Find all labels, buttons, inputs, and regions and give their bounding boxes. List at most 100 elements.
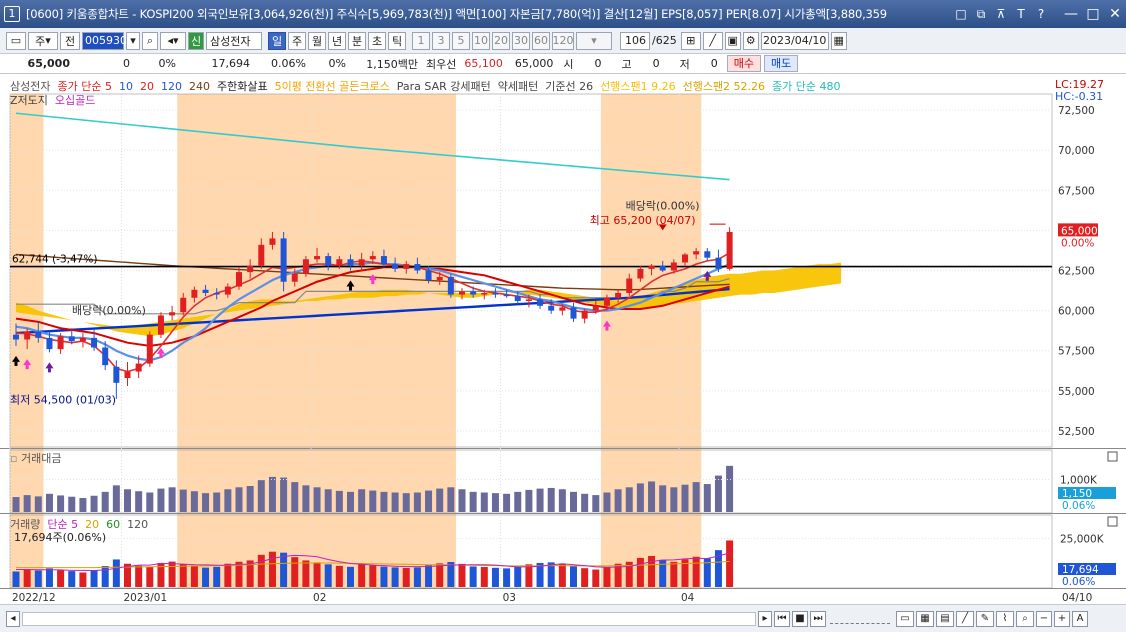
- amount-bar: [558, 489, 566, 512]
- horizontal-scrollbar[interactable]: [22, 611, 756, 626]
- amount-bar: [447, 487, 455, 512]
- legend-item[interactable]: 120: [161, 80, 182, 93]
- legend-item[interactable]: 기준선 26: [545, 80, 593, 93]
- interval-30-button[interactable]: 30: [512, 31, 530, 50]
- interval-10-button[interactable]: 10: [472, 31, 490, 50]
- legend-item[interactable]: 선행스팬2 52.26: [683, 80, 765, 93]
- legend-item[interactable]: 60: [106, 518, 120, 531]
- period-unit-select[interactable]: 주 ▾: [28, 31, 58, 50]
- amount-bar: [581, 493, 589, 512]
- chart-canvas[interactable]: 72,500 70,000 67,500 65,000 62,500 60,000 57,5…: [0, 74, 1126, 604]
- legend-item[interactable]: 5이평 전환선 골든크로스: [275, 80, 390, 93]
- period-minute-tab[interactable]: 분: [348, 31, 366, 50]
- candle-body: [169, 312, 176, 316]
- legend-item[interactable]: Para SAR 강세패턴: [397, 80, 491, 93]
- panel-split-icon[interactable]: ▭: [896, 610, 914, 627]
- save-icon[interactable]: ▣: [724, 31, 741, 50]
- close-button[interactable]: ✕: [1104, 4, 1126, 24]
- brush-icon[interactable]: ⌇: [996, 610, 1014, 627]
- period-year-tab[interactable]: 년: [328, 31, 346, 50]
- prev-button[interactable]: 전: [60, 31, 80, 50]
- panel-grid-icon[interactable]: ▦: [916, 610, 934, 627]
- layout-icon[interactable]: ▭: [6, 31, 26, 50]
- sell-button[interactable]: 매도: [764, 55, 799, 72]
- font-size-icon[interactable]: A: [1072, 610, 1088, 627]
- zoom-out-icon[interactable]: −: [1036, 610, 1052, 627]
- legend-item[interactable]: 선행스팬1 9.26: [600, 80, 675, 93]
- settings-gear-icon[interactable]: ⚙: [742, 31, 759, 50]
- panel-stack-icon[interactable]: ▤: [936, 610, 954, 627]
- pencil-icon[interactable]: ✎: [976, 610, 994, 627]
- calendar-icon[interactable]: ▦: [830, 31, 847, 50]
- rewind-icon[interactable]: ⏮: [774, 610, 790, 627]
- scroll-right-arrow[interactable]: ▸: [758, 610, 772, 627]
- candle-body: [191, 289, 198, 298]
- speaker-icon[interactable]: ◂▾: [160, 31, 186, 50]
- interval-120-button[interactable]: 120: [552, 31, 574, 50]
- legend-item[interactable]: 주한화살표: [217, 80, 268, 93]
- title-copy-icon[interactable]: ⧉: [972, 5, 990, 23]
- candle-body: [68, 336, 75, 342]
- title-help-icon[interactable]: ?: [1032, 5, 1050, 23]
- legend-item[interactable]: 240: [189, 80, 210, 93]
- legend-item[interactable]: 20: [140, 80, 154, 93]
- volume-bar: [558, 563, 566, 587]
- interval-3-button[interactable]: 3: [432, 31, 450, 50]
- date-input[interactable]: 2023/04/10: [760, 31, 829, 50]
- legend-item[interactable]: 10: [119, 80, 133, 93]
- interval-60-button[interactable]: 60: [532, 31, 550, 50]
- title-bar: 1 [0600] 키움종합차트 - KOSPI200 외국인보유[3,064,9…: [0, 0, 1126, 28]
- candle-body: [291, 273, 298, 282]
- code-dropdown-icon[interactable]: ▾: [126, 31, 140, 50]
- title-pin-icon[interactable]: ⊼: [992, 5, 1010, 23]
- forward-icon[interactable]: ⏭: [810, 610, 826, 627]
- indicator-icon[interactable]: ⊞: [680, 31, 701, 50]
- volume-bar: [692, 556, 700, 587]
- volume-bar: [525, 564, 533, 587]
- period-week-tab[interactable]: 주: [288, 31, 306, 50]
- stock-name-field[interactable]: 삼성전자: [206, 31, 262, 50]
- candle-body: [247, 265, 254, 273]
- stock-code-input[interactable]: 005930: [82, 31, 127, 50]
- stop-icon[interactable]: ■: [792, 610, 808, 627]
- period-tick-tab[interactable]: 틱: [388, 31, 406, 50]
- zoom-icon[interactable]: ⌕: [1016, 610, 1034, 627]
- period-second-tab[interactable]: 초: [368, 31, 386, 50]
- minimize-button[interactable]: —: [1060, 4, 1082, 24]
- amount-bar: [469, 491, 477, 512]
- search-icon[interactable]: ⌕: [142, 31, 158, 50]
- scroll-left-arrow[interactable]: ◂: [6, 610, 20, 627]
- count-input[interactable]: 106: [620, 31, 650, 50]
- amount-bar: [23, 495, 31, 512]
- candle-body: [637, 268, 644, 279]
- interval-custom-select[interactable]: ▾: [576, 31, 612, 50]
- interval-1-button[interactable]: 1: [412, 31, 430, 50]
- zoom-slider[interactable]: [830, 614, 890, 624]
- legend-item[interactable]: 120: [127, 518, 148, 531]
- volume-bar: [347, 566, 354, 587]
- draw-tool-icon[interactable]: ╱: [702, 31, 723, 50]
- buy-button[interactable]: 매수: [726, 55, 761, 72]
- legend-item[interactable]: 오십골드: [55, 94, 95, 107]
- period-day-tab[interactable]: 일: [268, 31, 286, 50]
- legend-item[interactable]: Z저도지: [10, 94, 48, 107]
- interval-20-button[interactable]: 20: [492, 31, 510, 50]
- candle-body: [57, 336, 64, 350]
- legend-item[interactable]: 약세패턴: [498, 80, 538, 93]
- title-restore-icon[interactable]: □: [952, 5, 970, 23]
- line-tool-icon[interactable]: ╱: [956, 610, 974, 627]
- candle-body: [537, 299, 544, 306]
- low-label: 저: [679, 57, 690, 71]
- candle-body: [481, 292, 488, 295]
- interval-5-button[interactable]: 5: [452, 31, 470, 50]
- maximize-button[interactable]: □: [1082, 4, 1104, 24]
- zoom-in-icon[interactable]: +: [1054, 610, 1070, 627]
- volume-bar: [391, 567, 399, 587]
- chart-area[interactable]: 72,500 70,000 67,500 65,000 62,500 60,000 57,5…: [0, 74, 1126, 604]
- period-month-tab[interactable]: 월: [308, 31, 326, 50]
- legend-item[interactable]: 종가 단순 480: [772, 80, 840, 93]
- candle-body: [392, 264, 399, 269]
- title-font-icon[interactable]: T: [1012, 5, 1030, 23]
- amount-bar: [659, 485, 667, 512]
- amount-title: ▫ 거래대금: [10, 452, 62, 465]
